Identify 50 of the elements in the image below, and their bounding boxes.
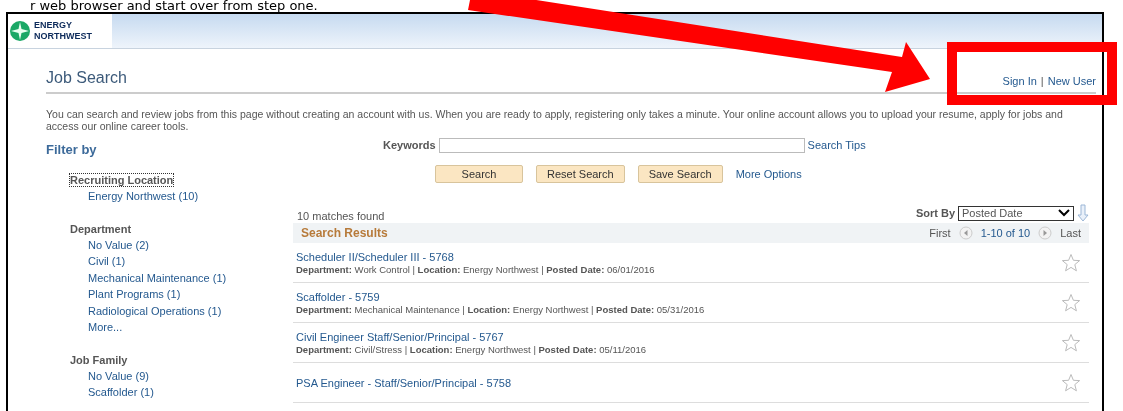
job-title-link[interactable]: PSA Engineer - Staff/Senior/Principal - 5758: [296, 375, 512, 390]
page-title: Job Search: [46, 69, 127, 87]
job-details: Department: Civil/Stress | Location: Energy Northwest | Posted Date: 05/11/2016: [296, 343, 647, 356]
last-page-link[interactable]: Last: [1060, 227, 1081, 239]
keywords-label: Keywords: [383, 139, 436, 151]
caption-text: r web browser and start over from step one.: [29, 0, 319, 12]
sort-dropdown[interactable]: Posted Date: [958, 205, 1074, 221]
filter-option[interactable]: No Value (9): [88, 367, 149, 384]
star-icon[interactable]: [1061, 372, 1081, 393]
filter-option[interactable]: Civil (1): [88, 253, 126, 270]
star-icon[interactable]: [1061, 332, 1081, 353]
filter-group-heading[interactable]: Department: [70, 222, 132, 235]
job-details: Department: Work Control | Location: Energy Northwest | Posted Date: 06/01/2016: [296, 263, 655, 276]
page-range: 1-10 of 10: [980, 227, 1031, 239]
filter-option[interactable]: Mechanical Maintenance (1): [88, 269, 227, 286]
more-options-link[interactable]: More Options: [735, 168, 802, 180]
filter-option[interactable]: Scaffolder (1): [88, 384, 154, 401]
filter-heading: Filter by: [46, 142, 98, 157]
star-icon[interactable]: [1061, 252, 1081, 273]
job-title-link[interactable]: Civil Engineer Staff/Senior/Principal - 5767: [296, 329, 504, 344]
starburst-logo-icon: [9, 20, 31, 42]
logo-text: ENERGY NORTHWEST: [34, 20, 93, 42]
filter-option[interactable]: Radiological Operations (1): [88, 302, 222, 319]
keywords-field[interactable]: [438, 137, 805, 153]
results-heading: Search Results: [301, 226, 388, 240]
search-action-button[interactable]: Search: [435, 165, 523, 183]
match-count: 10 matches found: [296, 210, 385, 222]
search-action-button[interactable]: Save Search: [637, 165, 723, 183]
job-details: Department: Mechanical Maintenance | Location: Energy Northwest | Posted Date: 05/31/2016: [296, 303, 705, 316]
filter-option[interactable]: More...: [88, 319, 123, 336]
filter-option[interactable]: No Value (2): [88, 236, 149, 253]
sort-label: Sort By: [915, 207, 955, 219]
filter-group-heading[interactable]: Recruiting Location: [70, 174, 174, 186]
previous-icon[interactable]: [958, 226, 973, 240]
link-separator: |: [1040, 75, 1044, 87]
job-title-link[interactable]: Scaffolder - 5759: [296, 289, 380, 304]
filter-option[interactable]: Energy Northwest (10): [88, 188, 199, 205]
star-icon[interactable]: [1061, 292, 1081, 313]
next-icon[interactable]: [1038, 226, 1053, 240]
intro-text: You can search and review jobs from this page without creating an account with us. When you are ready to apply, registering only takes a minute. Your online account allows you to upload your resume, apply for jobs and access our online career tools.: [46, 108, 1064, 132]
chevron-down-icon: [1058, 209, 1070, 217]
search-action-button[interactable]: Reset Search: [536, 165, 625, 183]
job-title-link[interactable]: Scheduler II/Scheduler III - 5768: [296, 249, 454, 264]
down-arrow-icon[interactable]: [1077, 204, 1089, 222]
new-user-link[interactable]: New User: [1047, 75, 1096, 87]
sign-in-link[interactable]: Sign In: [1002, 75, 1037, 87]
first-page-link[interactable]: First: [929, 227, 951, 239]
search-tips-link[interactable]: Search Tips: [807, 139, 866, 151]
filter-group-heading[interactable]: Job Family: [70, 353, 128, 366]
filter-option[interactable]: Plant Programs (1): [88, 286, 181, 303]
